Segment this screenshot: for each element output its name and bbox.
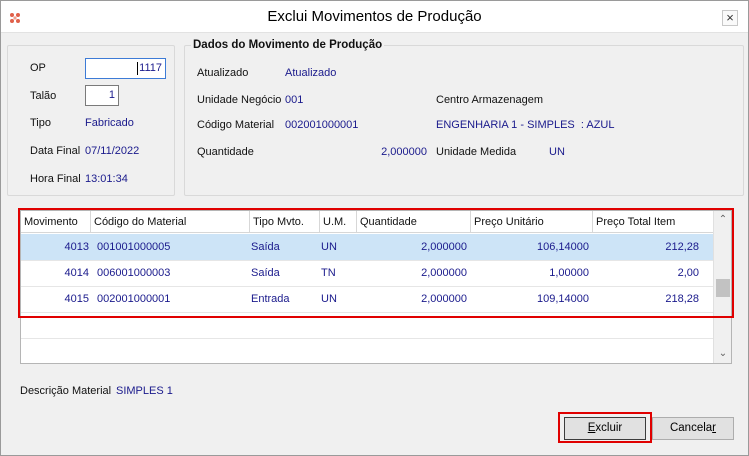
- cancelar-button[interactable]: Cancelar: [652, 417, 734, 440]
- talao-input[interactable]: 1: [85, 85, 119, 106]
- unidade-negocio-label: Unidade Negócio: [197, 94, 282, 106]
- scroll-up-icon[interactable]: ⌃: [715, 212, 731, 228]
- column-header-preco-total[interactable]: Preço Total Item: [593, 211, 713, 233]
- cell-movimento: 4013: [64, 241, 89, 253]
- grid-scrollbar[interactable]: ⌃ ⌄: [713, 211, 731, 363]
- descricao-material-label: Descrição Material: [20, 385, 112, 397]
- grid-header: Movimento Código do Material Tipo Mvto. …: [21, 211, 713, 233]
- column-header-quantidade[interactable]: Quantidade: [357, 211, 471, 233]
- cell-preco-unitario: 109,14000: [537, 293, 589, 305]
- cell-movimento: 4014: [64, 267, 89, 279]
- column-header-um[interactable]: U.M.: [320, 211, 357, 233]
- table-row[interactable]: 4015 002001000001 Entrada UN 2,000000 10…: [21, 286, 713, 312]
- dialog-window: Exclui Movimentos de Produção × OP 1117 …: [0, 0, 749, 456]
- unidade-medida-value: UN: [549, 146, 565, 158]
- movements-grid[interactable]: Movimento Código do Material Tipo Mvto. …: [20, 210, 732, 364]
- centro-armazenagem-label: Centro Armazenagem: [436, 94, 543, 106]
- cell-tipo-mvto: Entrada: [251, 293, 290, 305]
- cell-preco-unitario: 106,14000: [537, 241, 589, 253]
- hora-final-label: Hora Final: [30, 173, 81, 185]
- data-final-label: Data Final: [30, 145, 81, 157]
- codigo-material-value: 002001000001: [285, 119, 359, 131]
- column-header-movimento[interactable]: Movimento: [21, 211, 91, 233]
- scroll-down-icon[interactable]: ⌄: [715, 346, 731, 362]
- op-input-value: 1117: [139, 62, 162, 74]
- data-final-value: 07/11/2022: [85, 145, 140, 157]
- column-header-codigo-material[interactable]: Código do Material: [91, 211, 250, 233]
- unidade-negocio-value: 001: [285, 94, 304, 106]
- window-title: Exclui Movimentos de Produção: [267, 8, 482, 25]
- cell-tipo-mvto: Saída: [251, 267, 280, 279]
- cell-quantidade: 2,000000: [421, 267, 467, 279]
- column-header-tipo-mvto[interactable]: Tipo Mvto.: [250, 211, 320, 233]
- cell-preco-total: 2,00: [677, 267, 699, 279]
- cell-codigo-material: 001001000005: [97, 241, 171, 253]
- cell-preco-total: 218,28: [665, 293, 699, 305]
- column-header-preco-unitario[interactable]: Preço Unitário: [471, 211, 593, 233]
- cell-um: UN: [321, 293, 337, 305]
- atualizado-label: Atualizado: [197, 67, 249, 79]
- row-divider: [21, 338, 713, 339]
- cell-movimento: 4015: [64, 293, 89, 305]
- title-bar: Exclui Movimentos de Produção ×: [1, 1, 748, 33]
- unidade-medida-label: Unidade Medida: [436, 146, 517, 158]
- hora-final-value: 13:01:34: [85, 173, 128, 185]
- close-icon[interactable]: ×: [722, 10, 738, 26]
- talao-label: Talão: [30, 90, 57, 102]
- codigo-material-label: Código Material: [197, 119, 275, 131]
- table-row[interactable]: 4013 001001000005 Saída UN 2,000000 106,…: [21, 234, 713, 260]
- row-divider: [21, 312, 713, 313]
- cell-tipo-mvto: Saída: [251, 241, 280, 253]
- cancelar-mnemonic: r: [712, 422, 717, 434]
- material-description-value: ENGENHARIA 1 - SIMPLES : AZUL: [436, 119, 615, 131]
- tipo-value: Fabricado: [85, 117, 134, 129]
- op-label: OP: [30, 62, 46, 74]
- cell-quantidade: 2,000000: [421, 293, 467, 305]
- excluir-button[interactable]: Excluir: [564, 417, 646, 440]
- atualizado-value: Atualizado: [285, 67, 337, 79]
- text-caret: [137, 61, 139, 75]
- quantidade-value: 2,000000: [381, 146, 427, 158]
- cell-codigo-material: 006001000003: [97, 267, 171, 279]
- cell-um: TN: [321, 267, 336, 279]
- movement-panel-title: Dados do Movimento de Produção: [191, 39, 385, 51]
- cell-preco-unitario: 1,00000: [549, 267, 589, 279]
- cell-codigo-material: 002001000001: [97, 293, 171, 305]
- cell-quantidade: 2,000000: [421, 241, 467, 253]
- table-row[interactable]: 4014 006001000003 Saída TN 2,000000 1,00…: [21, 260, 713, 286]
- cell-um: UN: [321, 241, 337, 253]
- excluir-label: xcluir: [595, 422, 623, 434]
- cell-preco-total: 212,28: [665, 241, 699, 253]
- tipo-label: Tipo: [30, 117, 51, 129]
- quantidade-label: Quantidade: [197, 146, 254, 158]
- op-input[interactable]: 1117: [85, 58, 166, 79]
- scroll-thumb[interactable]: [716, 279, 730, 297]
- descricao-material-value: SIMPLES 1: [116, 385, 173, 397]
- cancelar-label: Cancela: [669, 422, 713, 434]
